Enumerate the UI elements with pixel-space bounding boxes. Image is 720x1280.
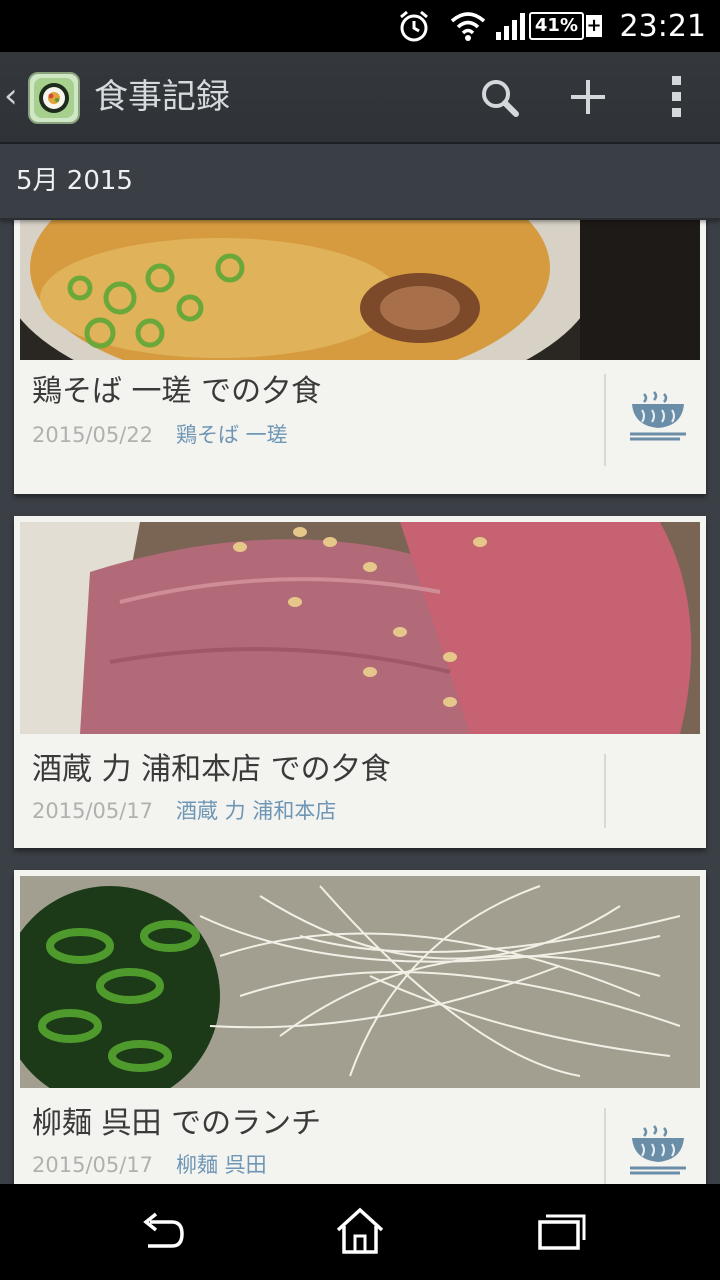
meal-date: 2015/05/17 [32, 1153, 154, 1177]
add-icon [571, 80, 605, 114]
month-label: 5月 2015 [16, 166, 133, 196]
meal-card[interactable]: 酒蔵 力 浦和本店 での夕食 2015/05/17 酒蔵 力 浦和本店 [14, 516, 706, 848]
wifi-icon [450, 0, 486, 52]
noodle-bowl-icon [628, 386, 688, 442]
ramen-soup-photo [20, 218, 700, 360]
add-button[interactable] [558, 70, 618, 126]
meal-place-link[interactable]: 柳麺 呉田 [176, 1150, 267, 1180]
meal-title: 柳麺 呉田 でのランチ [32, 1106, 322, 1141]
alarm-icon [396, 0, 432, 52]
recent-apps-icon [538, 1214, 586, 1250]
home-icon [336, 1207, 384, 1254]
overflow-menu-button[interactable] [646, 70, 706, 126]
card-divider [604, 1108, 606, 1184]
noodle-bowl-icon [628, 1120, 688, 1176]
home-button[interactable] [320, 1202, 400, 1262]
meal-title: 酒蔵 力 浦和本店 での夕食 [32, 752, 391, 787]
battery-percent: 41% [528, 12, 584, 40]
status-bar: 41% + 23:21 [0, 0, 720, 52]
meal-date: 2015/05/17 [32, 799, 154, 823]
card-divider [604, 754, 606, 828]
meal-date: 2015/05/22 [32, 423, 154, 447]
meal-card[interactable]: 鶏そば 一瑳 での夕食 2015/05/22 鶏そば 一瑳 [14, 218, 706, 494]
roast-beef-photo [20, 522, 700, 734]
navigation-bar [0, 1184, 720, 1280]
overflow-menu-icon [672, 76, 681, 117]
search-button[interactable] [470, 70, 530, 126]
meal-place-link[interactable]: 鶏そば 一瑳 [176, 420, 288, 450]
meal-place-link[interactable]: 酒蔵 力 浦和本店 [176, 796, 336, 826]
back-chevron-icon[interactable]: ‹ [4, 76, 18, 116]
month-section-header: 5月 2015 [0, 144, 720, 220]
meal-card[interactable]: 柳麺 呉田 でのランチ 2015/05/17 柳麺 呉田 [14, 870, 706, 1184]
back-icon [143, 1212, 184, 1248]
ramen-green-onion-photo [20, 876, 700, 1088]
meal-list[interactable]: 鶏そば 一瑳 での夕食 2015/05/22 鶏そば 一瑳 酒蔵 力 浦和本店 … [0, 218, 720, 1184]
charging-icon: + [586, 15, 602, 37]
meal-title: 鶏そば 一瑳 での夕食 [32, 374, 322, 409]
card-divider [604, 374, 606, 466]
signal-icon [494, 0, 528, 52]
recent-apps-button[interactable] [520, 1202, 600, 1262]
search-icon [482, 80, 519, 117]
battery-indicator: 41% + [528, 0, 602, 52]
clock: 23:21 [619, 8, 706, 44]
app-icon[interactable] [28, 72, 80, 124]
app-title: 食事記録 [94, 77, 230, 117]
action-bar: ‹ 食事記録 [0, 52, 720, 144]
back-button[interactable] [120, 1202, 200, 1262]
